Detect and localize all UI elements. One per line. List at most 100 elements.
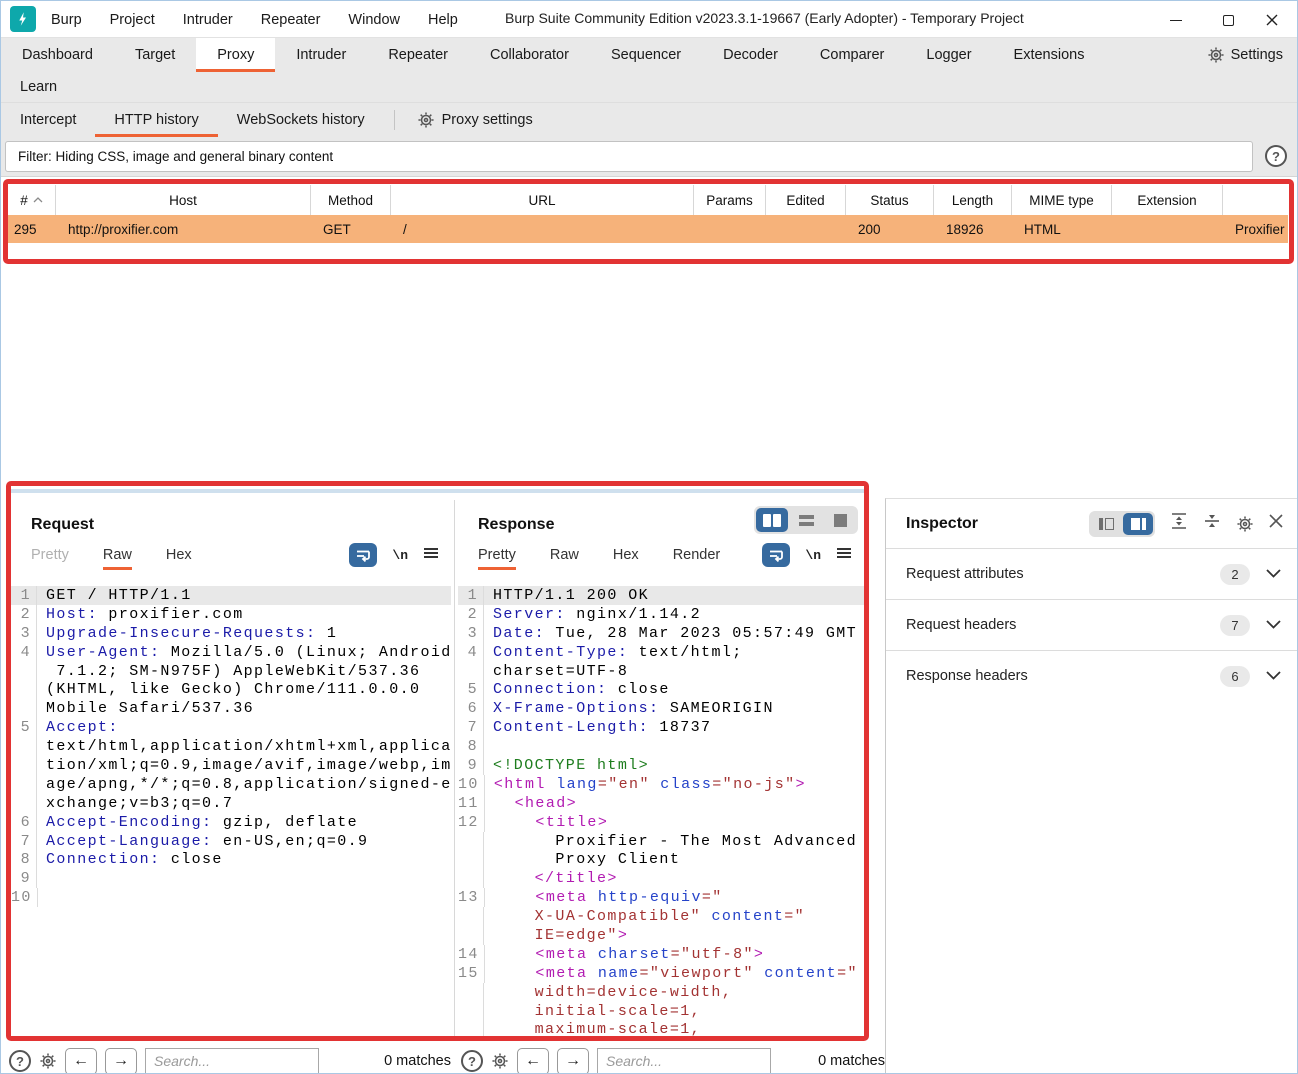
subtab-websockets-history[interactable]: WebSockets history <box>218 103 384 137</box>
line-number: 3 <box>458 624 484 643</box>
search-input[interactable] <box>145 1048 319 1074</box>
tab-comparer[interactable]: Comparer <box>799 38 905 72</box>
menu-window[interactable]: Window <box>334 12 414 28</box>
request-editor[interactable]: 1GET / HTTP/1.12Host: proxifier.com3Upgr… <box>11 586 451 1036</box>
tab-render[interactable]: Render <box>673 540 721 570</box>
column-header-mime-type[interactable]: MIME type <box>1012 185 1112 215</box>
inspector-section-response-headers[interactable]: Response headers6 <box>886 650 1297 701</box>
close-button[interactable] <box>1255 7 1289 33</box>
code-segment: Proxy Client <box>493 851 680 868</box>
tab-settings[interactable]: Settings <box>1193 38 1297 72</box>
column-header-blank[interactable] <box>1223 185 1288 215</box>
subtab-http-history[interactable]: HTTP history <box>95 103 217 137</box>
tab-proxy-settings[interactable]: Proxy settings <box>405 103 545 137</box>
gear-icon[interactable] <box>39 1052 57 1070</box>
line-number: 8 <box>11 850 37 869</box>
tab-intruder[interactable]: Intruder <box>275 38 367 72</box>
previous-match-button[interactable]: ← <box>65 1048 97 1074</box>
next-match-button[interactable]: → <box>105 1048 137 1074</box>
column-header-length[interactable]: Length <box>934 185 1012 215</box>
tab-proxy[interactable]: Proxy <box>196 38 275 72</box>
column-header-blank[interactable]: # <box>8 185 56 215</box>
search-help-icon[interactable]: ? <box>461 1050 483 1072</box>
tab-repeater[interactable]: Repeater <box>367 38 469 72</box>
show-newlines-icon[interactable]: \n <box>392 548 408 563</box>
next-match-button[interactable]: → <box>557 1048 589 1074</box>
column-header-extension[interactable]: Extension <box>1112 185 1223 215</box>
code-segment: <html <box>494 776 546 793</box>
column-header-status[interactable]: Status <box>846 185 934 215</box>
dock-left-button[interactable] <box>1091 513 1121 535</box>
table-row[interactable]: 295http://proxifier.comGET/20018926HTMLP… <box>8 215 1288 243</box>
layout-single-button[interactable] <box>824 508 856 532</box>
search-input[interactable] <box>597 1048 771 1074</box>
menu-repeater[interactable]: Repeater <box>247 12 335 28</box>
code-segment: close <box>607 681 669 698</box>
tab-collaborator[interactable]: Collaborator <box>469 38 590 72</box>
word-wrap-toggle-icon[interactable] <box>349 543 377 567</box>
filter-bar[interactable]: Filter: Hiding CSS, image and general bi… <box>5 141 1253 172</box>
column-header-edited[interactable]: Edited <box>766 185 846 215</box>
menu-project[interactable]: Project <box>96 12 169 28</box>
line-number <box>11 737 37 756</box>
tab-extensions[interactable]: Extensions <box>993 38 1106 72</box>
column-header-method[interactable]: Method <box>311 185 391 215</box>
layout-columns-button[interactable] <box>756 508 788 532</box>
editor-menu-icon[interactable] <box>423 546 439 564</box>
layout-rows-button[interactable] <box>790 508 822 532</box>
code-segment: > <box>796 776 806 793</box>
search-help-icon[interactable]: ? <box>9 1050 31 1072</box>
subtab-intercept[interactable]: Intercept <box>1 103 95 137</box>
subtab-divider <box>394 110 395 130</box>
code-segment: =" <box>837 965 858 982</box>
gear-icon[interactable] <box>1236 515 1254 533</box>
editor-menu-icon[interactable] <box>836 546 852 564</box>
expand-all-icon[interactable] <box>1170 512 1188 535</box>
inspector-section-request-attributes[interactable]: Request attributes2 <box>886 548 1297 599</box>
code-segment: text/html,application/xhtml+xml,applica <box>46 738 451 755</box>
inspector-close-icon[interactable] <box>1269 514 1283 533</box>
tab-hex[interactable]: Hex <box>166 540 192 570</box>
collapse-all-icon[interactable] <box>1203 512 1221 535</box>
menu-help[interactable]: Help <box>414 12 472 28</box>
word-wrap-toggle-icon[interactable] <box>762 543 790 567</box>
previous-match-button[interactable]: ← <box>517 1048 549 1074</box>
tab-pretty[interactable]: Pretty <box>478 540 516 570</box>
help-icon[interactable]: ? <box>1265 145 1287 167</box>
burp-suite-window: BurpProjectIntruderRepeaterWindowHelp Bu… <box>0 0 1298 1074</box>
gear-icon <box>1207 46 1225 64</box>
tab-learn[interactable]: Learn <box>1 79 76 95</box>
menu-burp[interactable]: Burp <box>37 12 96 28</box>
minimize-button[interactable] <box>1159 7 1193 33</box>
tab-hex[interactable]: Hex <box>613 540 639 570</box>
editor-line: 2Host: proxifier.com <box>11 605 451 624</box>
show-newlines-icon[interactable]: \n <box>805 548 821 563</box>
column-header-params[interactable]: Params <box>694 185 766 215</box>
request-response-divider[interactable] <box>454 500 455 1036</box>
menu-intruder[interactable]: Intruder <box>169 12 247 28</box>
gear-icon[interactable] <box>491 1052 509 1070</box>
chevron-down-icon[interactable] <box>1266 616 1281 634</box>
maximize-button[interactable] <box>1211 7 1245 33</box>
inspector-section-request-headers[interactable]: Request headers7 <box>886 599 1297 650</box>
table-cell: / <box>391 215 694 243</box>
split-pane-divider[interactable] <box>11 489 864 493</box>
column-header-host[interactable]: Host <box>56 185 311 215</box>
tab-pretty[interactable]: Pretty <box>31 540 69 570</box>
response-editor[interactable]: 1HTTP/1.1 200 OK2Server: nginx/1.14.23Da… <box>458 586 864 1036</box>
tab-target[interactable]: Target <box>114 38 196 72</box>
tab-decoder[interactable]: Decoder <box>702 38 799 72</box>
dock-right-button[interactable] <box>1123 513 1153 535</box>
tab-sequencer[interactable]: Sequencer <box>590 38 702 72</box>
line-number: 7 <box>11 832 37 851</box>
chevron-down-icon[interactable] <box>1266 565 1281 583</box>
tab-dashboard[interactable]: Dashboard <box>1 38 114 72</box>
code-segment: =" <box>784 908 805 925</box>
code-segment: proxifier.com <box>98 606 244 623</box>
column-header-url[interactable]: URL <box>391 185 694 215</box>
editor-line: X-UA-Compatible" content=" <box>458 907 864 926</box>
chevron-down-icon[interactable] <box>1266 667 1281 685</box>
tab-raw[interactable]: Raw <box>550 540 579 570</box>
tab-raw[interactable]: Raw <box>103 540 132 570</box>
tab-logger[interactable]: Logger <box>905 38 992 72</box>
